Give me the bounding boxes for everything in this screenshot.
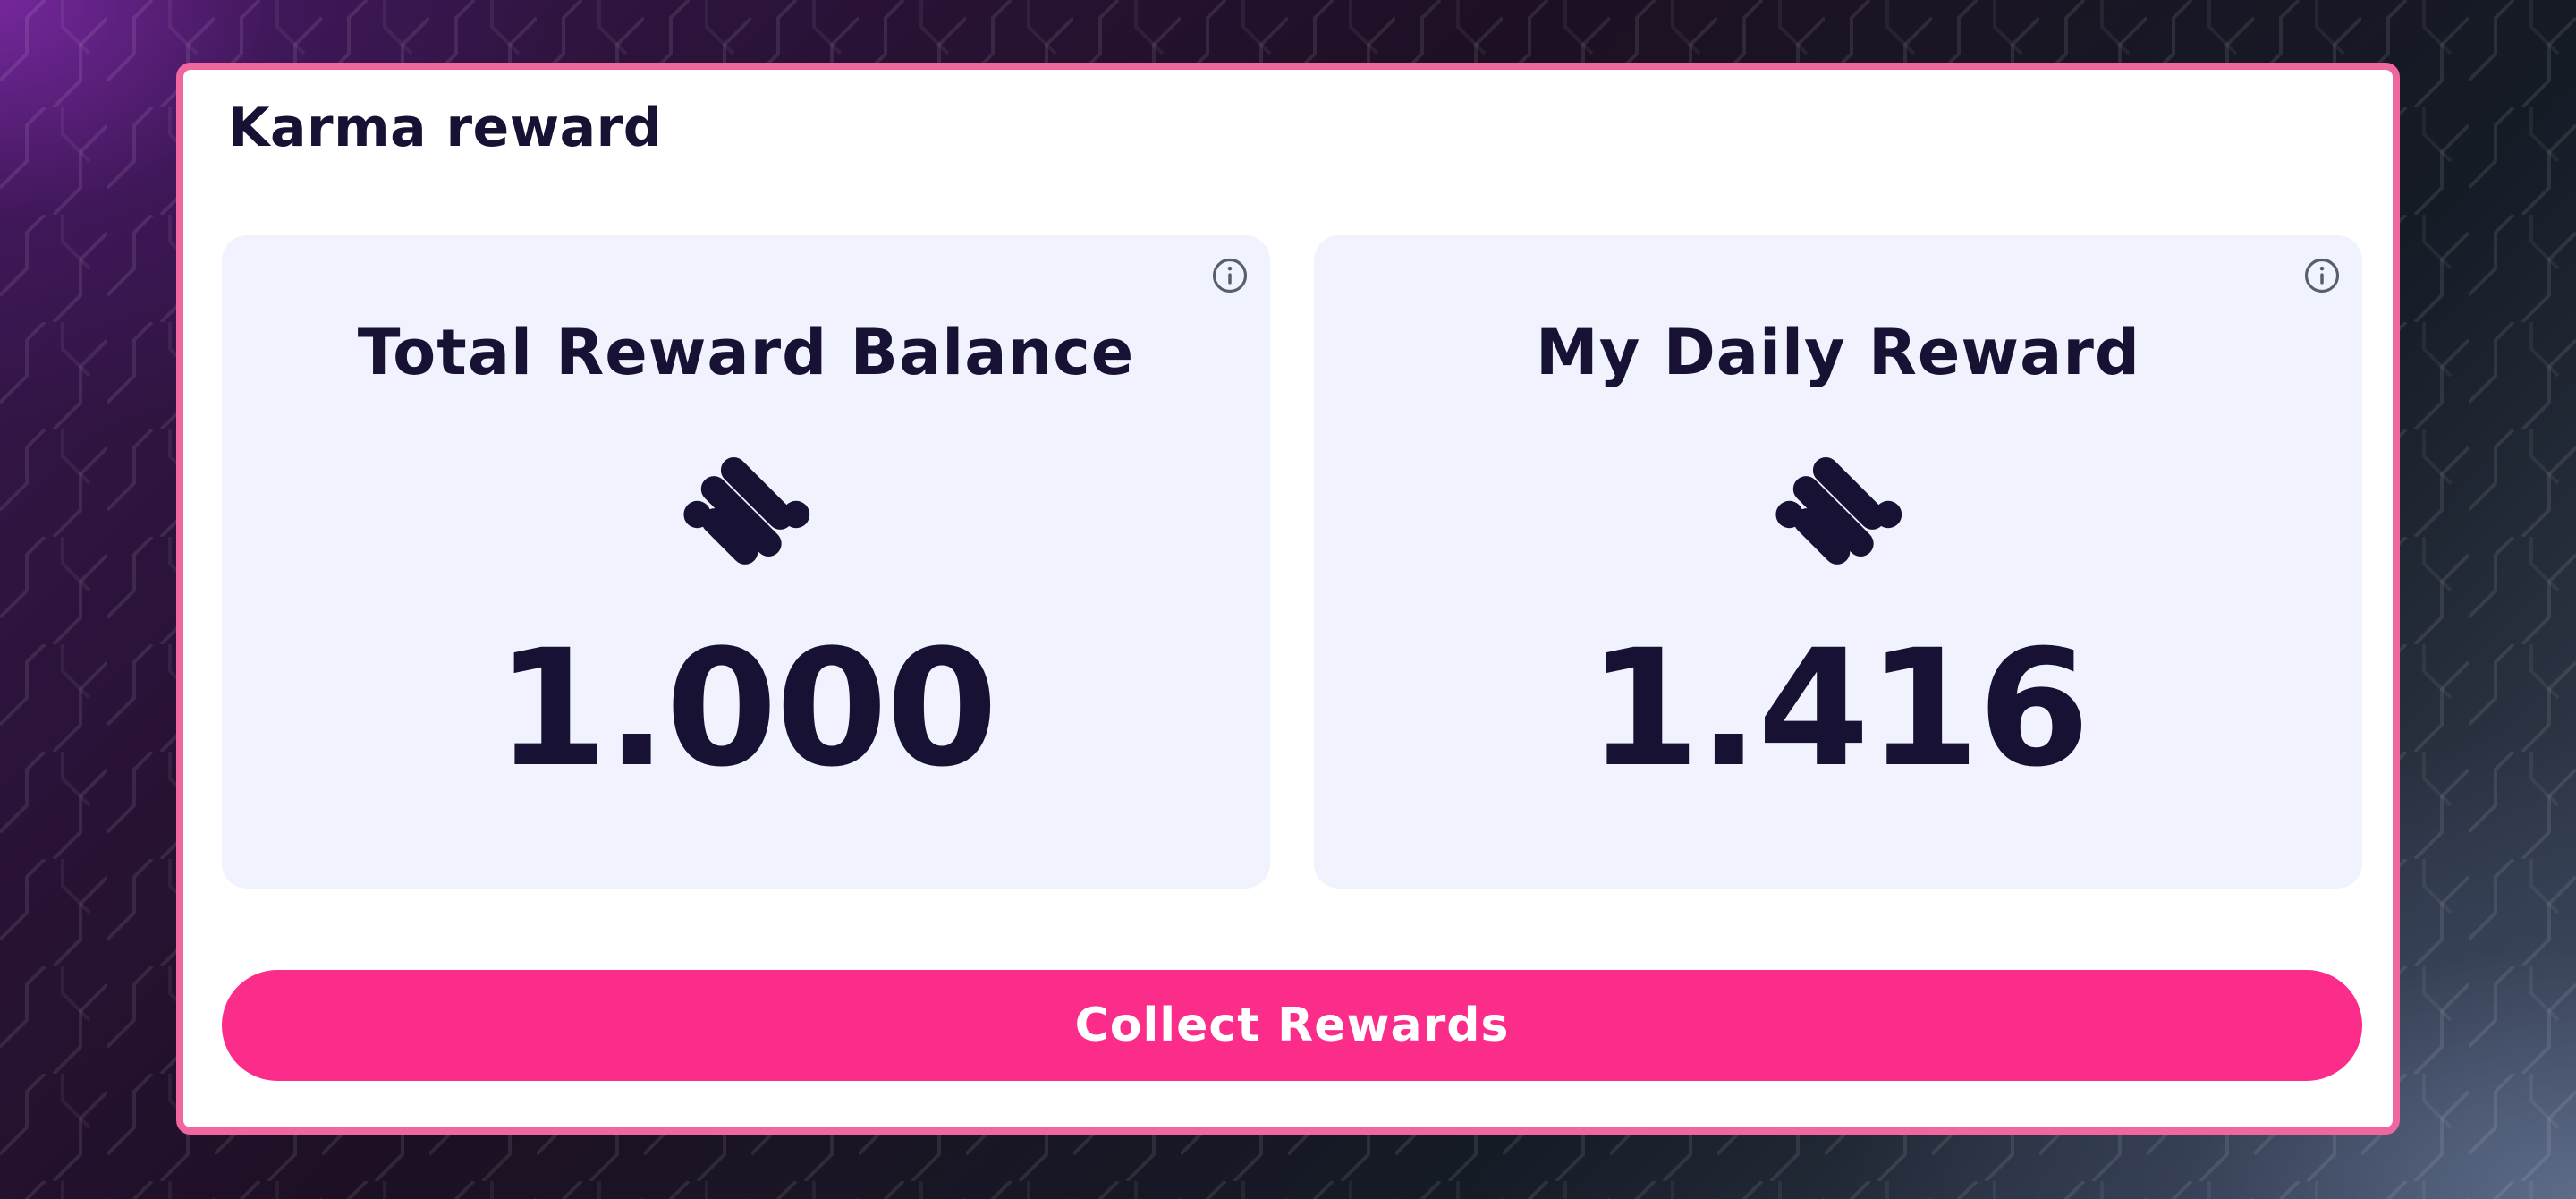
karma-reward-panel: Karma reward Total Reward Balance 1.000 …: [176, 63, 2400, 1135]
panel-title: Karma reward: [228, 97, 663, 159]
total-reward-balance-card: Total Reward Balance 1.000: [222, 235, 1270, 889]
my-daily-reward-value: 1.416: [1588, 616, 2089, 803]
collect-rewards-button[interactable]: Collect Rewards: [222, 970, 2362, 1081]
my-daily-reward-card: My Daily Reward 1.416: [1314, 235, 2362, 889]
info-icon[interactable]: [1211, 257, 1249, 294]
karma-token-icon: [1775, 457, 1902, 565]
karma-token-icon: [683, 457, 810, 565]
total-reward-balance-value: 1.000: [496, 616, 997, 803]
card-title: My Daily Reward: [1536, 316, 2140, 389]
info-icon[interactable]: [2303, 257, 2341, 294]
card-title: Total Reward Balance: [357, 316, 1135, 389]
